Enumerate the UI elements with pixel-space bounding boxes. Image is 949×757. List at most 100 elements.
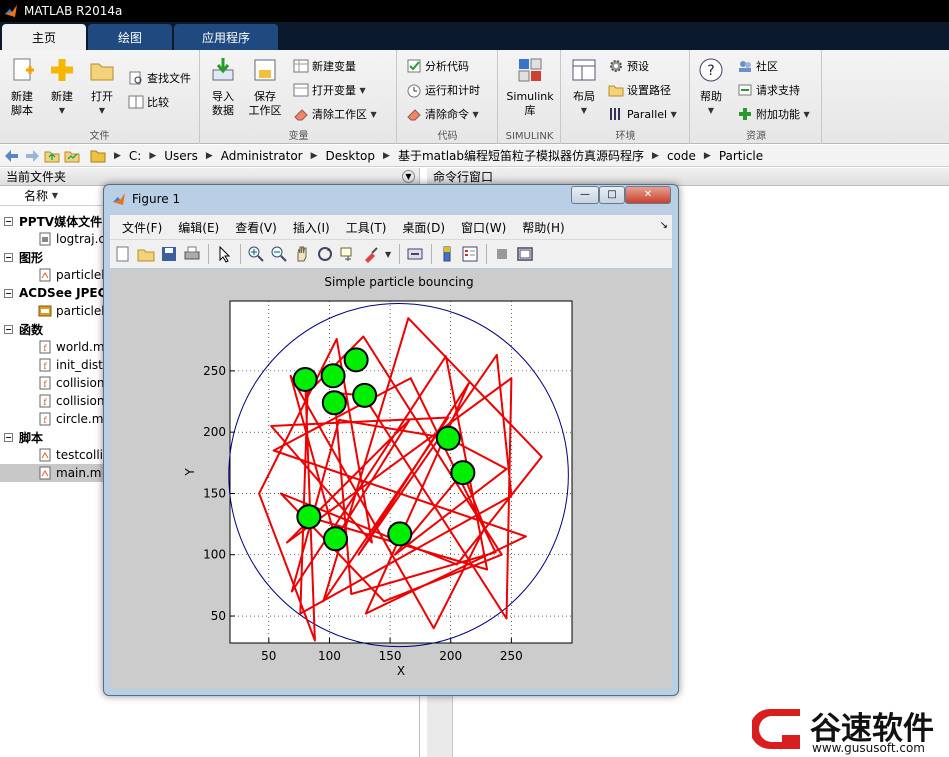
tab-home[interactable]: 主页 bbox=[2, 24, 86, 50]
dock-arrow-icon[interactable]: ↘ bbox=[660, 220, 668, 231]
figure-canvas[interactable]: Simple particle bouncing 50 100 150 200 250 5… bbox=[110, 270, 672, 689]
plot-svg[interactable]: Simple particle bouncing 50 100 150 200 250 5… bbox=[110, 270, 672, 689]
hide-tools-icon[interactable] bbox=[493, 245, 511, 263]
panel-menu-icon[interactable]: ▼ bbox=[402, 170, 415, 183]
x-tick-label: 100 bbox=[318, 649, 341, 663]
y-tick-label: 50 bbox=[211, 609, 226, 623]
section-scripts[interactable]: − 脚本 bbox=[0, 428, 110, 446]
tab-apps[interactable]: 应用程序 bbox=[174, 24, 278, 50]
file-name: world.m bbox=[56, 340, 105, 354]
back-arrow-icon[interactable] bbox=[4, 148, 20, 164]
browse-folder-icon[interactable] bbox=[64, 148, 80, 164]
new-variable-button[interactable]: 新建变量 bbox=[293, 56, 356, 76]
menu-edit[interactable]: 编辑(E) bbox=[178, 219, 219, 236]
list-item[interactable]: f init_distr bbox=[0, 356, 110, 374]
tab-plots[interactable]: 绘图 bbox=[88, 24, 172, 50]
list-item[interactable]: particleb bbox=[0, 302, 110, 320]
breadcrumb-item[interactable]: code bbox=[667, 149, 696, 163]
list-item[interactable]: particleb bbox=[0, 266, 110, 284]
run-and-time-button[interactable]: 运行和计时 bbox=[406, 80, 480, 100]
menu-tools[interactable]: 工具(T) bbox=[346, 219, 387, 236]
breadcrumb-item[interactable]: C: bbox=[129, 149, 141, 163]
colorbar-icon[interactable] bbox=[438, 245, 456, 263]
clear-workspace-button[interactable]: 清除工作区 ▼ bbox=[293, 104, 377, 124]
section-figures[interactable]: − 图形 bbox=[0, 248, 110, 266]
legend-icon[interactable] bbox=[461, 245, 479, 263]
menu-window[interactable]: 窗口(W) bbox=[461, 219, 506, 236]
clear-commands-label: 清除命令 bbox=[425, 108, 469, 121]
axes-area[interactable] bbox=[229, 300, 573, 644]
find-files-button[interactable]: 查找文件 bbox=[128, 68, 191, 88]
new-figure-icon[interactable] bbox=[114, 245, 132, 263]
brush-icon[interactable] bbox=[362, 245, 380, 263]
dock-tools-icon[interactable] bbox=[516, 245, 534, 263]
clear-commands-button[interactable]: 清除命令 ▼ bbox=[406, 104, 479, 124]
menu-help[interactable]: 帮助(H) bbox=[522, 219, 564, 236]
preferences-button[interactable]: 预设 bbox=[608, 56, 649, 76]
zoom-out-icon[interactable] bbox=[270, 245, 288, 263]
request-support-button[interactable]: 请求支持 bbox=[737, 80, 800, 100]
new-script-button[interactable]: 新建 脚本 bbox=[2, 56, 42, 118]
menu-view[interactable]: 查看(V) bbox=[235, 219, 277, 236]
help-button[interactable]: ? 帮助 ▼ bbox=[691, 56, 731, 118]
pan-icon[interactable] bbox=[293, 245, 311, 263]
list-item[interactable]: f world.m bbox=[0, 338, 110, 356]
breadcrumb-item[interactable]: Users bbox=[164, 149, 198, 163]
print-icon[interactable] bbox=[183, 245, 201, 263]
breadcrumb-item[interactable]: Desktop bbox=[326, 149, 376, 163]
file-name: logtraj.c bbox=[56, 232, 106, 246]
rotate-icon[interactable] bbox=[316, 245, 334, 263]
eraser-icon bbox=[294, 109, 308, 121]
save-icon[interactable] bbox=[160, 245, 178, 263]
brush-dropdown-icon[interactable]: ▼ bbox=[385, 250, 391, 259]
up-folder-icon[interactable] bbox=[44, 148, 60, 164]
breadcrumb-item[interactable]: 基于matlab编程短笛粒子模拟器仿真源码程序 bbox=[398, 147, 644, 164]
list-item[interactable]: logtraj.c bbox=[0, 230, 110, 248]
link-icon[interactable] bbox=[406, 245, 424, 263]
list-item[interactable]: f circle.m bbox=[0, 410, 110, 428]
parallel-button[interactable]: Parallel ▼ bbox=[608, 104, 677, 124]
file-name: init_distr bbox=[56, 358, 108, 372]
forward-arrow-icon[interactable] bbox=[24, 148, 40, 164]
section-functions[interactable]: − 函数 bbox=[0, 320, 110, 338]
maximize-button[interactable]: □ bbox=[599, 186, 625, 204]
minimize-button[interactable]: — bbox=[571, 186, 599, 204]
add-ons-button[interactable]: 附加功能 ▼ bbox=[737, 104, 810, 124]
open-button[interactable]: 打开 ▼ bbox=[82, 56, 122, 118]
command-window-title-text: 命令行窗口 bbox=[433, 170, 494, 184]
new-script-label: 新建 脚本 bbox=[11, 90, 33, 117]
list-item[interactable]: f collision bbox=[0, 374, 110, 392]
open-icon[interactable] bbox=[137, 245, 155, 263]
section-jpeg[interactable]: − ACDSee JPEG bbox=[0, 284, 110, 302]
layout-label: 布局 bbox=[573, 90, 595, 103]
particle bbox=[343, 347, 369, 373]
menu-file[interactable]: 文件(F) bbox=[122, 219, 162, 236]
set-path-button[interactable]: 设置路径 bbox=[608, 80, 671, 100]
watermark-url: www.gususoft.com bbox=[812, 741, 925, 755]
menu-desktop[interactable]: 桌面(D) bbox=[402, 219, 445, 236]
list-item[interactable]: testcolli bbox=[0, 446, 110, 464]
list-item-selected[interactable]: main.m bbox=[0, 464, 104, 482]
menu-insert[interactable]: 插入(I) bbox=[293, 219, 330, 236]
breadcrumb-item[interactable]: Administrator bbox=[221, 149, 303, 163]
save-workspace-button[interactable]: 保存 工作区 bbox=[245, 56, 285, 118]
pointer-icon[interactable] bbox=[215, 245, 233, 263]
import-data-button[interactable]: 导入 数据 bbox=[203, 56, 243, 118]
analyze-code-icon bbox=[407, 59, 421, 73]
community-button[interactable]: 社区 bbox=[737, 56, 778, 76]
zoom-in-icon[interactable] bbox=[247, 245, 265, 263]
open-variable-button[interactable]: 打开变量 ▼ bbox=[293, 80, 366, 100]
section-pptv[interactable]: − PPTV媒体文件( bbox=[0, 212, 110, 230]
file-name: circle.m bbox=[56, 412, 104, 426]
x-tick-label: 50 bbox=[261, 649, 276, 663]
layout-button[interactable]: 布局 ▼ bbox=[564, 56, 604, 118]
figure-window[interactable]: Figure 1 — □ ✕ 文件(F) 编辑(E) 查看(V) 插入(I) 工… bbox=[103, 184, 679, 696]
data-cursor-icon[interactable] bbox=[339, 245, 357, 263]
new-button[interactable]: 新建 ▼ bbox=[42, 56, 82, 118]
close-button[interactable]: ✕ bbox=[625, 186, 671, 204]
simulink-library-button[interactable]: Simulink 库 bbox=[503, 56, 557, 118]
list-item[interactable]: f collision bbox=[0, 392, 110, 410]
analyze-code-button[interactable]: 分析代码 bbox=[406, 56, 469, 76]
breadcrumb-item[interactable]: Particle bbox=[719, 149, 763, 163]
compare-button[interactable]: 比较 bbox=[128, 92, 169, 112]
